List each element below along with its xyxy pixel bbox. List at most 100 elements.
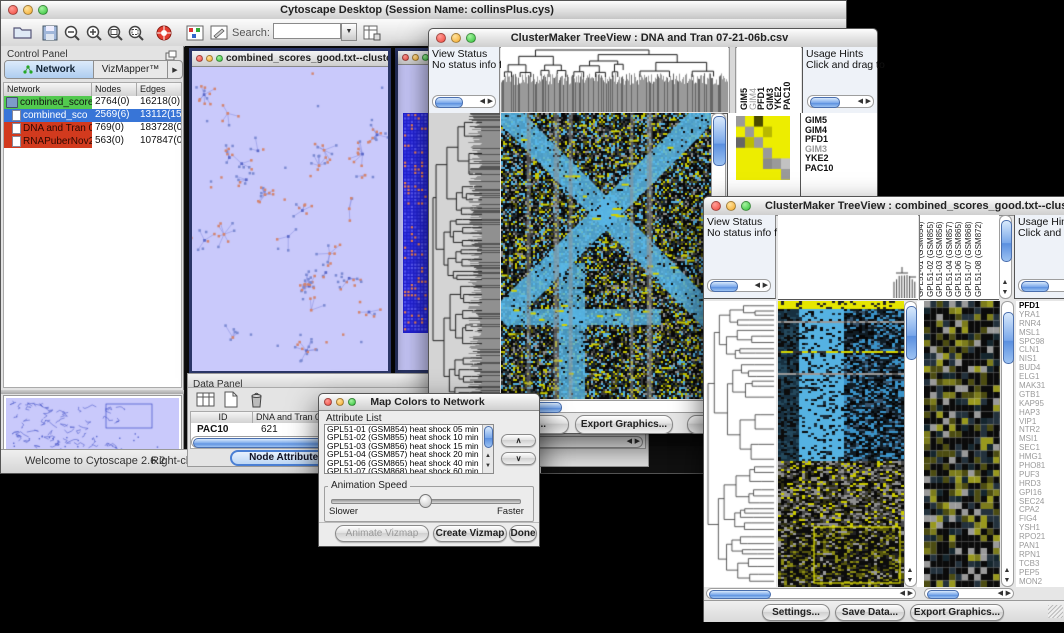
treeview2-titlebar[interactable]: ClusterMaker TreeView : combined_scores_… (704, 197, 1064, 216)
network-graph-canvas[interactable] (192, 67, 388, 371)
column-header-id[interactable]: ID (191, 412, 253, 423)
scroll-down-icon[interactable]: ▼ (485, 463, 491, 470)
zoom-window-icon[interactable] (741, 201, 751, 211)
network-row[interactable]: DNA and Tran 07769(0)183728(0) (4, 122, 181, 135)
speed-slider-thumb[interactable] (419, 494, 432, 508)
scrollbar-thumb[interactable] (927, 590, 959, 599)
minimize-icon[interactable] (23, 5, 33, 15)
usage-hints-scrollbar[interactable]: ◀▶ (1018, 279, 1064, 292)
zoom-fit-icon[interactable] (104, 22, 126, 43)
minimize-icon[interactable] (412, 54, 419, 61)
scroll-right-icon[interactable]: ▶ (635, 438, 640, 445)
open-file-icon[interactable] (11, 22, 33, 43)
attribute-list-item[interactable]: GPL51-02 (GSM855) heat shock 10 min (325, 433, 481, 441)
scrollbar-thumb[interactable] (435, 97, 463, 108)
scrollbar-thumb[interactable] (1003, 312, 1014, 364)
scroll-up-icon[interactable]: ▲ (485, 453, 491, 460)
annotation-icon[interactable] (208, 22, 230, 43)
global-heatmap-scrollbar[interactable]: ▲▼ (904, 301, 917, 587)
zoom-window-icon[interactable] (466, 33, 476, 43)
scroll-down-icon[interactable]: ▼ (1002, 289, 1009, 296)
zoom-heatmap-scrollbar[interactable]: ▲▼ (1001, 301, 1014, 587)
zoom-window-icon[interactable] (38, 5, 48, 15)
search-input[interactable] (273, 23, 341, 39)
scrollbar-thumb[interactable] (1001, 220, 1012, 262)
grid-network-canvas[interactable] (403, 113, 429, 333)
network-row[interactable]: RNAPuberNov2+563(0)107847(0) (4, 135, 181, 148)
global-horizontal-scrollbar[interactable]: ◀▶ (706, 588, 916, 599)
zoom-selected-icon[interactable] (125, 22, 147, 43)
scroll-up-icon[interactable]: ▲ (1004, 567, 1011, 574)
minimize-icon[interactable] (451, 33, 461, 43)
zoom-in-icon[interactable] (83, 22, 105, 43)
dendrogram-scrollbar-sliver[interactable] (729, 47, 736, 113)
column-header-edges[interactable]: Edges (137, 83, 181, 96)
zoom-horizontal-scrollbar[interactable]: ◀▶ (924, 588, 1014, 599)
network-row[interactable]: combined_scores2764(0)16218(0) (4, 96, 181, 109)
global-overview-heatmap[interactable] (736, 116, 790, 180)
treeview1-heatmap[interactable] (501, 113, 711, 399)
attribute-list-item[interactable]: GPL51-01 (GSM854) heat shock 05 min (325, 425, 481, 433)
new-attribute-icon[interactable] (223, 391, 239, 413)
close-icon[interactable] (402, 54, 409, 61)
delete-attribute-icon[interactable] (248, 391, 264, 413)
network-window-titlebar[interactable]: combined_scores_good.txt--cluste... (192, 51, 388, 67)
move-down-button[interactable]: ∨ (501, 452, 536, 465)
dialog-titlebar[interactable]: Map Colors to Network (319, 394, 539, 411)
attribute-list-item[interactable]: GPL51-06 (GSM865) heat shock 40 min (325, 459, 481, 467)
desktop-titlebar[interactable]: Cytoscape Desktop (Session Name: collins… (1, 1, 846, 20)
treeview2-column-dendrogram[interactable] (778, 215, 918, 300)
scroll-right-icon[interactable]: ▶ (866, 98, 871, 105)
minimize-icon[interactable] (336, 398, 344, 406)
scroll-right-icon[interactable]: ▶ (488, 98, 493, 105)
tab-vizmapper[interactable]: VizMapper™ (94, 61, 167, 78)
column-labels-scrollbar[interactable]: ▲▼ (999, 215, 1012, 299)
tab-overflow-icon[interactable]: ▶ (167, 61, 182, 78)
save-icon[interactable] (39, 22, 61, 43)
scroll-right-icon[interactable]: ▶ (763, 282, 768, 289)
minimize-icon[interactable] (206, 55, 213, 62)
scroll-left-icon[interactable]: ◀ (998, 590, 1003, 597)
zoom-window-icon[interactable] (216, 55, 223, 62)
close-icon[interactable] (711, 201, 721, 211)
tab-network[interactable]: Network (5, 61, 94, 78)
scrollbar-thumb[interactable] (709, 590, 771, 599)
export-graphics-button[interactable]: Export Graphics... (575, 415, 673, 434)
help-lifebuoy-icon[interactable] (153, 22, 175, 43)
create-vizmap-button[interactable]: Create Vizmap (433, 525, 507, 542)
scroll-left-icon[interactable]: ◀ (627, 438, 632, 445)
network-row[interactable]: combined_sco2569(6)13112(15) (4, 109, 181, 122)
close-icon[interactable] (196, 55, 203, 62)
scrollbar-thumb[interactable] (906, 306, 917, 360)
attribute-list-item[interactable]: GPL51-07 (GSM868) heat shock 60 min (325, 467, 481, 474)
close-icon[interactable] (324, 398, 332, 406)
scroll-left-icon[interactable]: ◀ (755, 282, 760, 289)
gene-label[interactable]: MON2 (1016, 578, 1064, 587)
scrollbar-thumb[interactable] (710, 281, 738, 292)
scroll-down-icon[interactable]: ▼ (1004, 577, 1011, 584)
export-graphics-button[interactable]: Export Graphics... (910, 604, 1004, 621)
close-icon[interactable] (8, 5, 18, 15)
view-status-scrollbar[interactable]: ◀▶ (432, 95, 496, 108)
zoom-out-icon[interactable] (61, 22, 83, 43)
zoom-window-icon[interactable] (348, 398, 356, 406)
scrollbar-thumb[interactable] (1021, 281, 1049, 292)
usage-hints-scrollbar[interactable]: ◀▶ (807, 95, 874, 108)
attribute-list-scrollbar[interactable]: ▲ ▼ (482, 425, 493, 473)
scroll-left-icon[interactable]: ◀ (858, 98, 863, 105)
attribute-browser-icon[interactable] (361, 22, 383, 43)
animate-vizmap-button[interactable]: Animate Vizmap (335, 525, 429, 542)
treeview2-row-dendrogram[interactable] (704, 301, 776, 587)
treeview2-zoom-heatmap[interactable] (924, 301, 1000, 587)
attribute-list-item[interactable]: GPL51-03 (GSM856) heat shock 15 min (325, 442, 481, 450)
scrollbar-thumb[interactable] (484, 426, 493, 448)
column-header-nodes[interactable]: Nodes (92, 83, 137, 96)
search-dropdown-icon[interactable]: ▼ (341, 23, 357, 41)
move-up-button[interactable]: ∧ (501, 434, 536, 447)
minimize-icon[interactable] (726, 201, 736, 211)
scroll-up-icon[interactable]: ▲ (907, 567, 914, 574)
scroll-up-icon[interactable]: ▲ (1002, 279, 1009, 286)
scrollbar-thumb[interactable] (810, 97, 840, 108)
done-button[interactable]: Done (509, 525, 537, 542)
resize-grip-icon[interactable] (1048, 605, 1063, 618)
